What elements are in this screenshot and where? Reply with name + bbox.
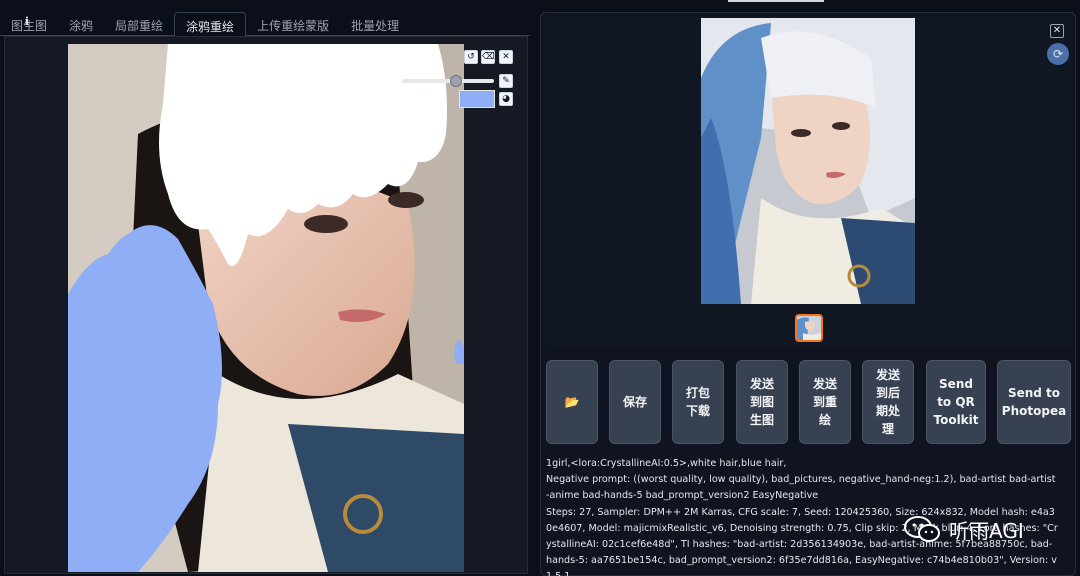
live-preview-icon[interactable]: ⟳: [1047, 43, 1069, 65]
brush-color-swatch[interactable]: [459, 90, 495, 108]
generated-image[interactable]: [701, 18, 915, 304]
undo-icon[interactable]: ↺: [464, 50, 478, 64]
sketch-canvas[interactable]: [68, 44, 464, 572]
send-to-img2img-button[interactable]: 发送 到图 生图: [736, 360, 788, 444]
tab-inpaint-upload[interactable]: 上传重绘蒙版: [246, 12, 340, 36]
watermark: 听雨AGI: [903, 514, 1024, 544]
send-to-inpaint-button[interactable]: 发送 到重 绘: [799, 360, 851, 444]
thumbnail-image: [797, 316, 821, 340]
negative-prompt-text: Negative prompt: ((worst quality, low qu…: [546, 474, 1056, 502]
close-icon[interactable]: ✕: [499, 50, 513, 64]
send-to-qr-toolkit-button[interactable]: Send to QR Toolkit: [926, 360, 986, 444]
watermark-text: 听雨AGI: [949, 518, 1024, 543]
palette-icon[interactable]: ◕: [499, 92, 513, 106]
tab-batch[interactable]: 批量处理: [340, 12, 410, 36]
tab-inpaint[interactable]: 局部重绘: [104, 12, 174, 36]
gallery-thumbnail[interactable]: [795, 314, 823, 342]
info-icon[interactable]: i: [22, 15, 32, 29]
tab-sketch[interactable]: 涂鸦: [58, 12, 104, 36]
prompt-text: 1girl,<lora:CrystallineAI:0.5>,white hai…: [546, 458, 787, 469]
send-to-photopea-button[interactable]: Send to Photopea: [997, 360, 1071, 444]
zip-download-button[interactable]: 打包 下载: [672, 360, 724, 444]
top-divider: [728, 0, 824, 2]
brush-size-slider[interactable]: [402, 79, 494, 83]
send-to-extras-button[interactable]: 发送 到后 期处 理: [862, 360, 914, 444]
open-folder-button[interactable]: 📂: [546, 360, 598, 444]
brush-size-handle[interactable]: [450, 75, 462, 87]
gallery-close-icon[interactable]: ✕: [1050, 24, 1064, 38]
save-button[interactable]: 保存: [609, 360, 661, 444]
brush-icon[interactable]: ✎: [499, 74, 513, 88]
source-photo: [68, 44, 464, 572]
img2img-tab-bar: 图生图 涂鸦 局部重绘 涂鸦重绘 上传重绘蒙版 批量处理: [0, 12, 530, 37]
generated-portrait: [701, 18, 915, 304]
clear-icon[interactable]: ⌫: [481, 50, 495, 64]
wechat-icon: [904, 516, 940, 542]
tab-inpaint-sketch[interactable]: 涂鸦重绘: [174, 12, 247, 37]
